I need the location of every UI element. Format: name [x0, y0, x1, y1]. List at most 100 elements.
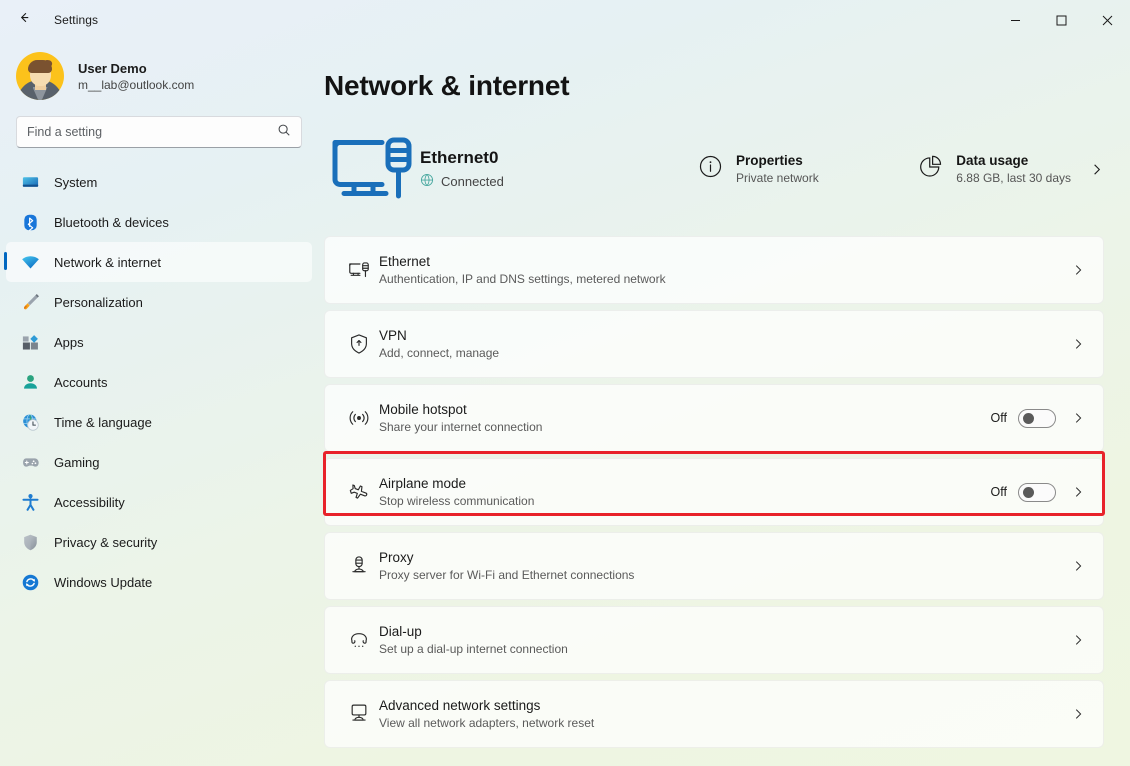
row-title: Proxy [379, 550, 414, 565]
window-title: Settings [54, 13, 99, 27]
sidebar-item-windows-update[interactable]: Windows Update [6, 562, 312, 602]
sidebar-item-privacy-security[interactable]: Privacy & security [6, 522, 312, 562]
row-subtitle: Proxy server for Wi-Fi and Ethernet conn… [379, 568, 635, 582]
row-title: Ethernet [379, 254, 431, 269]
minimize-button[interactable] [992, 0, 1038, 40]
sidebar-item-label: Bluetooth & devices [54, 214, 169, 230]
network-hero: Ethernet0 Connected Properties Private n… [324, 114, 1104, 224]
sidebar-item-personalization[interactable]: Personalization [6, 282, 312, 322]
sidebar-item-label: Accessibility [54, 494, 125, 510]
sidebar-item-accessibility[interactable]: Accessibility [6, 482, 312, 522]
back-arrow-icon [17, 10, 32, 30]
mobile-hotspot-toggle[interactable] [1018, 408, 1056, 428]
sidebar-item-system[interactable]: System [6, 162, 312, 202]
shield-icon [20, 532, 40, 552]
person-icon [20, 372, 40, 392]
settings-row-proxy[interactable]: Proxy Proxy server for Wi-Fi and Etherne… [324, 532, 1104, 600]
row-subtitle: View all network adapters, network reset [379, 716, 595, 730]
row-title: Airplane mode [379, 476, 467, 491]
chevron-right-icon [1071, 707, 1085, 721]
sidebar-item-label: Gaming [54, 454, 100, 470]
settings-card-list: Ethernet Authentication, IP and DNS sett… [324, 236, 1104, 766]
wifi-icon [20, 252, 40, 272]
account-email: m__lab@outlook.com [78, 77, 195, 92]
connection-name: Ethernet0 [420, 148, 499, 167]
row-subtitle: Add, connect, manage [379, 346, 500, 360]
maximize-icon [1056, 15, 1066, 25]
accessibility-person-icon [20, 492, 40, 512]
vpn-shield-icon [339, 332, 379, 356]
apps-grid-icon [20, 332, 40, 352]
row-subtitle: Stop wireless communication [379, 494, 535, 508]
content-area: Network & internet Ethernet0 Connected P… [320, 40, 1130, 766]
airplane-icon [339, 480, 379, 504]
sidebar: User Demo m__lab@outlook.com Find a sett… [0, 40, 320, 766]
row-title: Dial-up [379, 624, 422, 639]
hotspot-broadcast-icon [339, 406, 379, 430]
ethernet-port-icon [339, 258, 379, 282]
search-box[interactable] [16, 116, 302, 148]
chevron-right-icon [1071, 633, 1085, 647]
toggle-state-label: Off [990, 485, 1007, 499]
properties-action[interactable]: Properties Private network [698, 153, 819, 185]
chevron-right-icon [1071, 411, 1085, 425]
settings-row-ethernet[interactable]: Ethernet Authentication, IP and DNS sett… [324, 236, 1104, 304]
search-icon[interactable] [277, 123, 291, 142]
account-name: User Demo [78, 60, 147, 76]
chevron-right-icon [1071, 485, 1085, 499]
back-button[interactable] [8, 4, 40, 36]
row-subtitle: Authentication, IP and DNS settings, met… [379, 272, 666, 286]
connection-status: Connected [420, 173, 698, 190]
row-title: Advanced network settings [379, 698, 541, 713]
data-usage-action[interactable]: Data usage 6.88 GB, last 30 days [918, 153, 1071, 185]
row-title: VPN [379, 328, 407, 343]
paintbrush-icon [20, 292, 40, 312]
info-circle-icon [698, 154, 723, 184]
sidebar-item-label: Personalization [54, 294, 143, 310]
sidebar-item-accounts[interactable]: Accounts [6, 362, 312, 402]
data-usage-title: Data usage [956, 153, 1029, 168]
gamepad-icon [20, 452, 40, 472]
sidebar-item-label: Windows Update [54, 574, 153, 590]
bluetooth-icon [20, 212, 40, 232]
row-subtitle: Share your internet connection [379, 420, 543, 434]
advanced-network-icon [339, 702, 379, 726]
sidebar-item-gaming[interactable]: Gaming [6, 442, 312, 482]
monitor-icon [20, 172, 40, 192]
proxy-server-icon [339, 554, 379, 578]
avatar [16, 52, 64, 100]
hero-chevron-right-icon[interactable] [1089, 162, 1104, 177]
title-bar: Settings [0, 0, 1130, 40]
data-usage-subtitle: 6.88 GB, last 30 days [956, 171, 1071, 185]
settings-row-airplane-mode[interactable]: Airplane mode Stop wireless communicatio… [324, 458, 1104, 526]
settings-row-mobile-hotspot[interactable]: Mobile hotspot Share your internet conne… [324, 384, 1104, 452]
close-icon [1102, 15, 1112, 25]
dialup-phone-icon [339, 628, 379, 652]
row-title: Mobile hotspot [379, 402, 467, 417]
properties-title: Properties [736, 153, 803, 168]
account-block[interactable]: User Demo m__lab@outlook.com [0, 40, 320, 110]
settings-row-vpn[interactable]: VPN Add, connect, manage [324, 310, 1104, 378]
connection-status-label: Connected [441, 174, 504, 189]
window-controls [992, 0, 1130, 40]
toggle-state-label: Off [990, 411, 1007, 425]
sidebar-item-bluetooth-devices[interactable]: Bluetooth & devices [6, 202, 312, 242]
sidebar-item-network-internet[interactable]: Network & internet [4, 242, 312, 282]
settings-row-dial-up[interactable]: Dial-up Set up a dial-up internet connec… [324, 606, 1104, 674]
sidebar-item-time-language[interactable]: Time & language [6, 402, 312, 442]
properties-subtitle: Private network [736, 171, 819, 185]
sidebar-item-label: Privacy & security [54, 534, 158, 550]
maximize-button[interactable] [1038, 0, 1084, 40]
settings-window: Settings User Demo m__lab@outlook.com Fi… [0, 0, 1130, 766]
sidebar-item-apps[interactable]: Apps [6, 322, 312, 362]
sidebar-nav: System Bluetooth & devices Network & int… [0, 162, 320, 602]
minimize-icon [1010, 19, 1020, 21]
airplane-mode-toggle[interactable] [1018, 482, 1056, 502]
close-button[interactable] [1084, 0, 1130, 40]
sidebar-item-label: Apps [54, 334, 84, 350]
settings-row-advanced-network-settings[interactable]: Advanced network settings View all netwo… [324, 680, 1104, 748]
search-input[interactable] [27, 125, 277, 139]
pie-chart-icon [918, 154, 943, 184]
row-subtitle: Set up a dial-up internet connection [379, 642, 568, 656]
sidebar-item-label: System [54, 174, 98, 190]
